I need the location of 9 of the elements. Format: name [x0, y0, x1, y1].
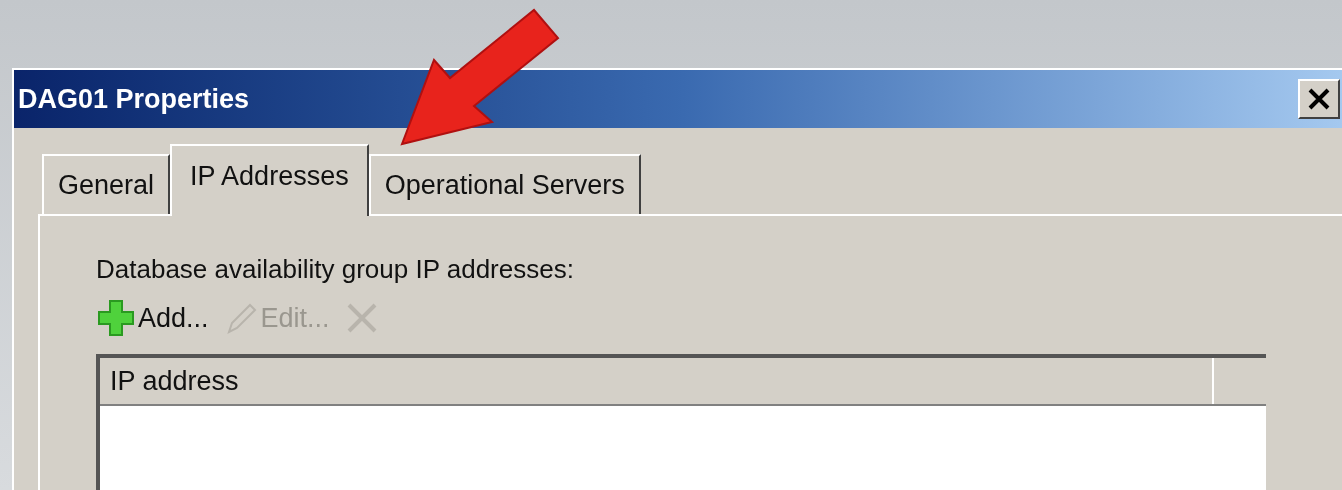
tab[interactable]: General	[42, 154, 171, 214]
section-label: Database availability group IP addresses:	[96, 253, 575, 286]
window-title: DAG01 Properties	[18, 82, 250, 116]
close-icon	[1307, 88, 1331, 110]
close-button[interactable]	[1298, 79, 1340, 119]
add-button[interactable]: Add...	[96, 297, 209, 339]
tab[interactable]: Operational Servers	[368, 154, 641, 214]
tab[interactable]: IP Addresses	[170, 144, 369, 216]
plus-icon	[96, 298, 136, 338]
